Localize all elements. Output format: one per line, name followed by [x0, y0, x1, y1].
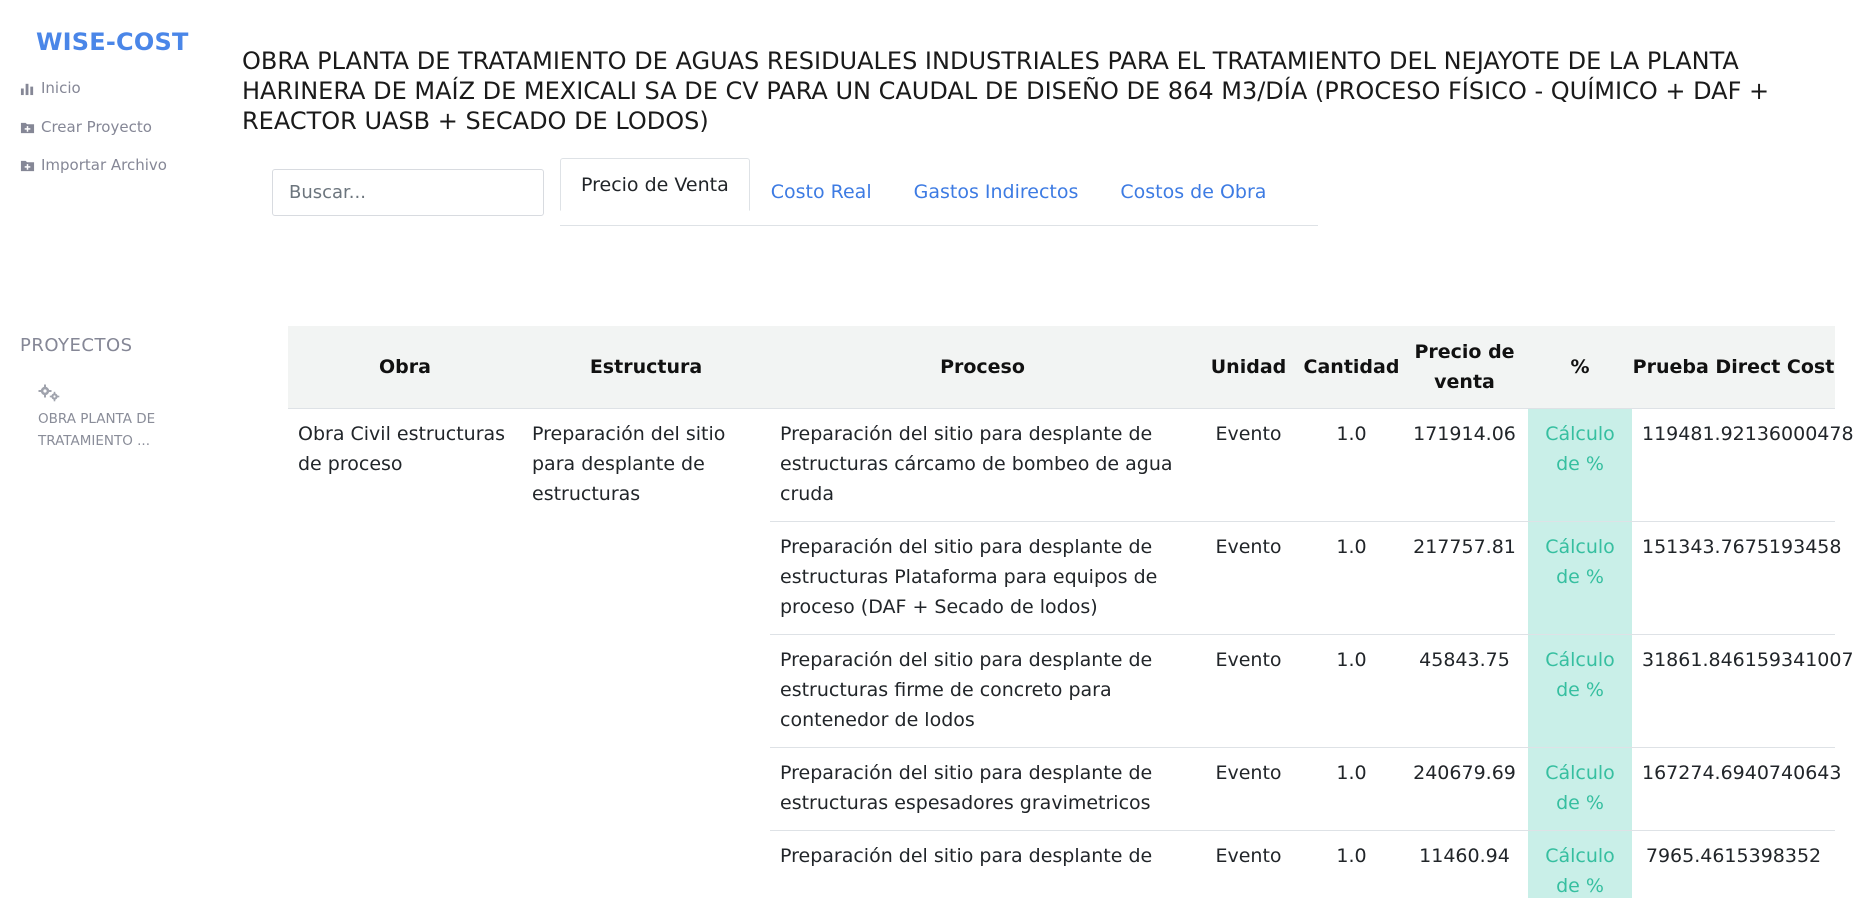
header-proceso[interactable]: Proceso	[770, 326, 1195, 409]
cell-prueba: 7965.4615398352	[1632, 829, 1835, 898]
cell-obra: Obra Civil estructuras de proceso	[298, 422, 506, 475]
cell-calculo-percent[interactable]: Cálculo de %	[1528, 746, 1632, 830]
search-input[interactable]	[272, 169, 544, 216]
header-estructura[interactable]: Estructura	[522, 326, 770, 409]
header-obra[interactable]: Obra	[288, 326, 522, 409]
gears-icon	[38, 384, 60, 402]
cell-cantidad: 1.0	[1302, 633, 1401, 747]
header-precio-line1: Precio de	[1414, 340, 1515, 363]
header-precio-de-venta[interactable]: Precio de venta	[1401, 326, 1528, 409]
cell-unidad: Evento	[1195, 746, 1302, 830]
header-precio-line2: venta	[1434, 370, 1495, 393]
costs-table: Obra Estructura Proceso Unidad Cantidad …	[288, 326, 1854, 898]
sidebar: WISE-COST Inicio Crear Proyecto Importar…	[0, 0, 200, 898]
header-unidad[interactable]: Unidad	[1195, 326, 1302, 409]
nav-inicio-label: Inicio	[41, 79, 81, 97]
tab-bar: Precio de Venta Costo Real Gastos Indire…	[560, 158, 1318, 226]
table-row: Obra Civil estructuras de proceso Prepar…	[288, 407, 1854, 521]
cell-unidad: Evento	[1195, 633, 1302, 747]
cell-calculo-percent[interactable]: Cálculo de %	[1528, 633, 1632, 747]
cell-prueba: 119481.92136000478	[1632, 407, 1854, 521]
cell-cantidad: 1.0	[1302, 407, 1401, 521]
cell-calculo-percent[interactable]: Cálculo de %	[1528, 829, 1632, 898]
bar-chart-icon	[20, 83, 34, 95]
project-name: OBRA PLANTA DE TRATAMIENTO ...	[38, 411, 156, 449]
cell-cantidad: 1.0	[1302, 829, 1401, 898]
project-item[interactable]: OBRA PLANTA DE TRATAMIENTO ...	[38, 384, 188, 452]
nav-crear-proyecto[interactable]: Crear Proyecto	[20, 118, 152, 136]
cell-precio: 240679.69	[1401, 746, 1528, 830]
cell-cantidad: 1.0	[1302, 746, 1401, 830]
cell-calculo-percent[interactable]: Cálculo de %	[1528, 407, 1632, 521]
cell-proceso: Preparación del sitio para desplante de …	[770, 407, 1195, 521]
tab-precio-de-venta[interactable]: Precio de Venta	[560, 158, 750, 211]
cell-calculo-percent[interactable]: Cálculo de %	[1528, 520, 1632, 634]
tab-costos-de-obra[interactable]: Costos de Obra	[1099, 158, 1287, 226]
cell-cantidad: 1.0	[1302, 520, 1401, 634]
table-header-row: Obra Estructura Proceso Unidad Cantidad …	[288, 326, 1835, 409]
cell-prueba: 31861.846159341007	[1632, 633, 1854, 747]
cell-precio: 171914.06	[1401, 407, 1528, 521]
cell-prueba: 167274.6940740643	[1632, 746, 1841, 830]
folder-plus-icon	[20, 122, 35, 133]
header-prueba-direct-cost[interactable]: Prueba Direct Cost	[1632, 326, 1835, 409]
header-cantidad[interactable]: Cantidad	[1302, 326, 1401, 409]
nav-inicio[interactable]: Inicio	[20, 79, 81, 97]
projects-section-label: PROYECTOS	[20, 335, 133, 356]
nav-importar-archivo-label: Importar Archivo	[41, 156, 167, 174]
cell-precio: 45843.75	[1401, 633, 1528, 747]
costs-table-wrapper: Obra Estructura Proceso Unidad Cantidad …	[288, 326, 1854, 898]
cell-unidad: Evento	[1195, 520, 1302, 634]
folder-plus-icon	[20, 160, 35, 171]
cell-proceso: Preparación del sitio para desplante de …	[770, 633, 1195, 747]
tab-costo-real[interactable]: Costo Real	[750, 158, 893, 226]
page-title: OBRA PLANTA DE TRATAMIENTO DE AGUAS RESI…	[242, 47, 1770, 135]
cell-proceso: Preparación del sitio para desplante de …	[770, 746, 1195, 830]
cell-unidad: Evento	[1195, 407, 1302, 521]
cell-proceso: Preparación del sitio para desplante de	[770, 829, 1195, 898]
header-percent[interactable]: %	[1528, 326, 1632, 409]
cell-precio: 11460.94	[1401, 829, 1528, 898]
nav-crear-proyecto-label: Crear Proyecto	[41, 118, 152, 136]
brand-logo[interactable]: WISE-COST	[36, 28, 189, 56]
tab-gastos-indirectos[interactable]: Gastos Indirectos	[893, 158, 1100, 226]
cell-precio: 217757.81	[1401, 520, 1528, 634]
cell-unidad: Evento	[1195, 829, 1302, 898]
cell-proceso: Preparación del sitio para desplante de …	[770, 520, 1195, 634]
cell-estructura: Preparación del sitio para desplante de …	[532, 422, 726, 505]
nav-importar-archivo[interactable]: Importar Archivo	[20, 156, 167, 174]
cell-prueba: 151343.7675193458	[1632, 520, 1841, 634]
